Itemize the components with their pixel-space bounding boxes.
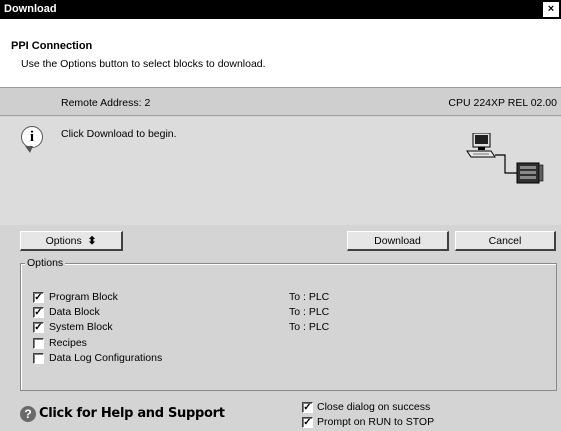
title-bar: Download × <box>0 0 561 19</box>
prompt-run-stop-label: Prompt on RUN to STOP <box>317 416 435 428</box>
program-block-checkbox[interactable]: ✓ <box>33 292 44 303</box>
help-link-label: Click for Help and Support <box>39 406 225 421</box>
options-group-legend: Options <box>25 257 66 269</box>
data-block-checkbox[interactable]: ✓ <box>33 307 44 318</box>
data-block-destination: To : PLC <box>289 306 330 318</box>
dialog-header: PPI Connection Use the Options button to… <box>0 19 561 88</box>
data-log-configurations-checkbox[interactable] <box>33 353 44 364</box>
options-group: Options ✓ Program Block To : PLC ✓ Data … <box>20 257 557 391</box>
help-question-icon: ? <box>20 406 36 422</box>
cancel-button[interactable]: Cancel <box>455 231 556 251</box>
recipes-checkbox[interactable] <box>33 338 44 349</box>
options-button-label: Options <box>45 235 82 247</box>
close-icon: × <box>547 3 555 15</box>
cpu-version: CPU 224XP REL 02.00 <box>448 97 557 109</box>
header-instructions: Use the Options button to select blocks … <box>21 58 266 70</box>
system-block-label: System Block <box>49 321 113 333</box>
status-area: i Click Download to begin. <box>0 117 561 225</box>
recipes-label: Recipes <box>49 337 87 349</box>
data-block-label: Data Block <box>49 306 100 318</box>
options-button[interactable]: Options ⬍ <box>20 231 123 251</box>
close-on-success-label: Close dialog on success <box>317 401 431 413</box>
program-block-label: Program Block <box>49 291 118 303</box>
download-button[interactable]: Download <box>347 231 449 251</box>
close-button[interactable]: × <box>543 2 559 17</box>
remote-address: Remote Address: 2 <box>61 97 151 109</box>
pc-to-plc-icon <box>466 133 544 184</box>
prompt-run-stop-checkbox[interactable]: ✓ <box>302 417 313 428</box>
chevron-up-icon: ⬍ <box>84 235 97 247</box>
connection-bar: Remote Address: 2 CPU 224XP REL 02.00 <box>0 88 561 116</box>
window-title: Download <box>4 3 57 15</box>
system-block-checkbox[interactable]: ✓ <box>33 322 44 333</box>
info-icon: i <box>21 126 43 153</box>
data-log-configurations-label: Data Log Configurations <box>49 352 163 364</box>
connection-title: PPI Connection <box>11 40 93 52</box>
program-block-destination: To : PLC <box>289 291 330 303</box>
status-message: Click Download to begin. <box>61 128 177 140</box>
close-on-success-checkbox[interactable]: ✓ <box>302 402 313 413</box>
system-block-destination: To : PLC <box>289 321 330 333</box>
